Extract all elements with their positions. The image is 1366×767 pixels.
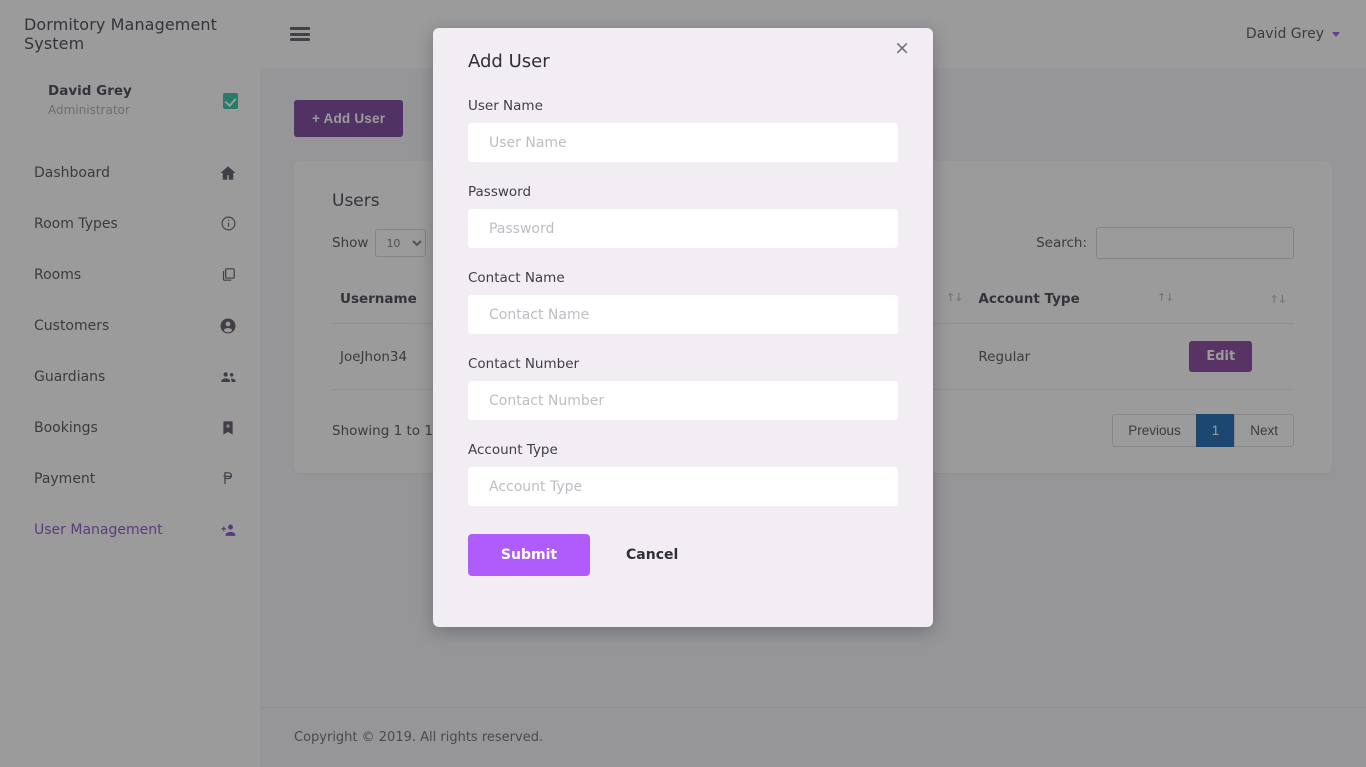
field-label: Account Type <box>468 442 558 458</box>
contact-number-input[interactable] <box>468 381 898 420</box>
account-type-input[interactable] <box>468 467 898 506</box>
cancel-button[interactable]: Cancel <box>608 534 696 576</box>
contact-name-input[interactable] <box>468 295 898 334</box>
modal-header: Add User × <box>433 28 933 88</box>
field-label: Password <box>468 184 532 200</box>
password-input[interactable] <box>468 209 898 248</box>
user-name-input[interactable] <box>468 123 898 162</box>
field-label: User Name <box>468 98 543 114</box>
field-contact-name: Contact Name <box>468 270 898 334</box>
submit-button[interactable]: Submit <box>468 534 590 576</box>
modal-actions: Submit Cancel <box>468 534 898 576</box>
field-contact-number: Contact Number <box>468 356 898 420</box>
close-icon[interactable]: × <box>889 39 915 58</box>
field-label: Contact Number <box>468 356 580 372</box>
field-user-name: User Name <box>468 98 898 162</box>
modal-body: User Name Password Contact Name Contact … <box>433 88 933 576</box>
field-label: Contact Name <box>468 270 565 286</box>
modal-title: Add User <box>468 50 550 72</box>
field-password: Password <box>468 184 898 248</box>
field-account-type: Account Type <box>468 442 898 506</box>
add-user-modal: Add User × User Name Password Contact Na… <box>433 28 933 627</box>
